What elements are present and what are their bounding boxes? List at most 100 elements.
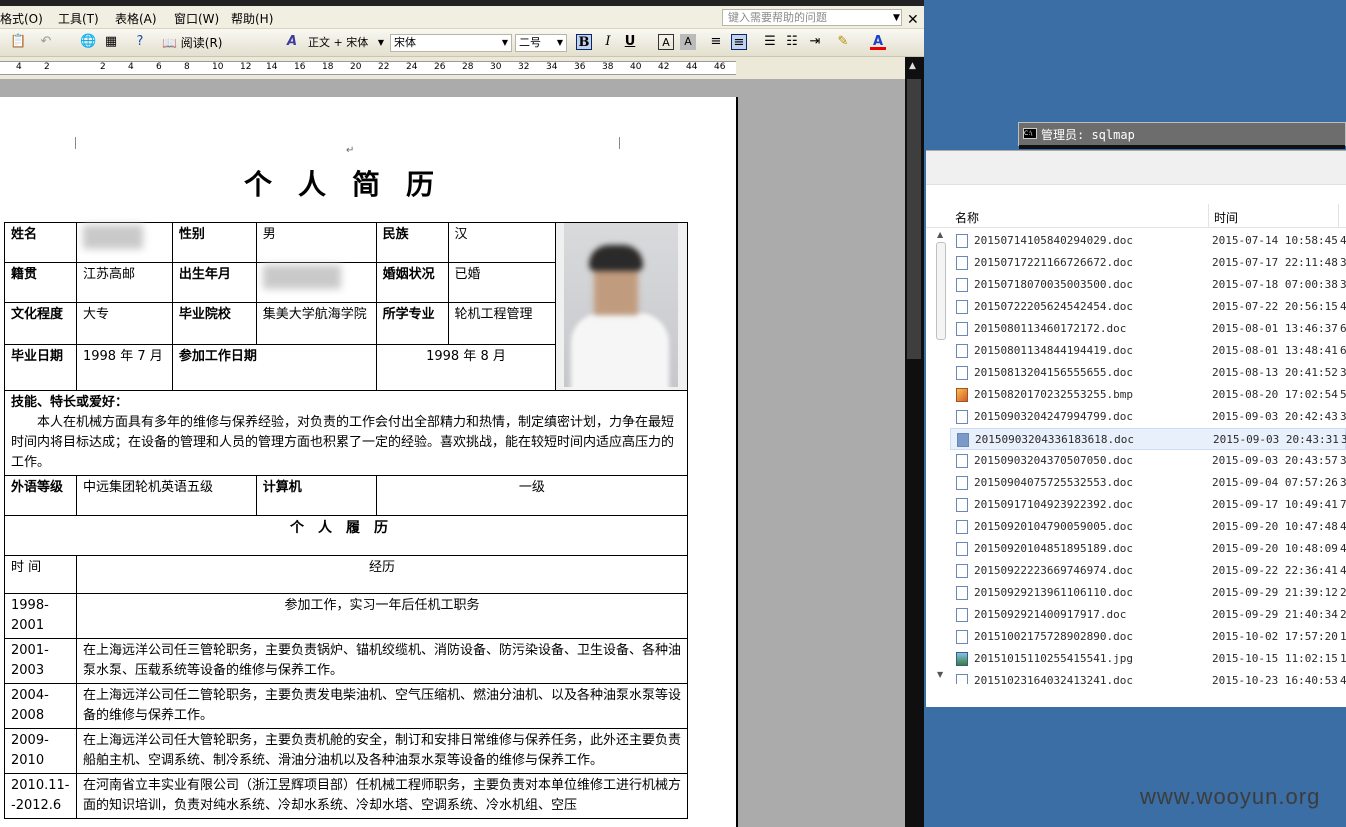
scrollbar-thumb[interactable] (907, 79, 921, 359)
file-explorer: 名称 时间 ▲ ▼ 20150714105840294029.doc 2015-0… (926, 150, 1346, 707)
ruler-tick: 36 (574, 62, 586, 72)
file-row[interactable]: 20150903204336183618.doc 2015-09-03 20:43… (950, 428, 1346, 450)
scroll-down-icon[interactable]: ▼ (937, 670, 943, 679)
file-row[interactable]: 20150922223669746974.doc 2015-09-22 22:36… (950, 560, 1346, 582)
history-desc: 在河南省立丰实业有限公司（浙江昱辉项目部）任机械工程师职务，主要负责对本单位维修… (75, 773, 689, 819)
file-name: 20150920104790059005.doc (974, 520, 1133, 533)
label-work-start: 参加工作日期 (171, 344, 377, 391)
file-time: 2015-09-29 21:40:34 (1212, 608, 1338, 621)
redacted-birth (262, 265, 341, 289)
numbered-list-icon[interactable]: ☰ (762, 34, 778, 50)
doc-file-icon (957, 433, 969, 447)
formatting-toolbar: 📋 ↶ 🌐 ▦ ? 📖 阅读(R) A 正文 + 宋体 ▼ 宋体 ▼ 二号 ▼ … (0, 29, 924, 57)
file-row[interactable]: 20150903204370507050.doc 2015-09-03 20:43… (950, 450, 1346, 472)
file-row[interactable]: 20150917104923922392.doc 2015-09-17 10:49… (950, 494, 1346, 516)
label-name: 姓名 (4, 222, 77, 263)
ruler-tick: 10 (212, 62, 224, 72)
cmd-window[interactable]: C:\ 管理员: sqlmap (1018, 122, 1346, 149)
file-row[interactable]: 2015080113460172172.doc 2015-08-01 13:46:… (950, 318, 1346, 340)
char-shading-icon[interactable]: A (680, 34, 696, 50)
file-row[interactable]: 2015092921400917917.doc 2015-09-29 21:40:… (950, 604, 1346, 626)
file-time: 2015-09-03 20:43:57 (1212, 454, 1338, 467)
reading-mode-button[interactable]: 📖 阅读(R) (162, 35, 222, 51)
help-dropdown-icon[interactable]: ▼ (893, 13, 900, 23)
file-time: 2015-09-03 20:42:43 (1212, 410, 1338, 423)
label-birth: 出生年月 (171, 262, 257, 303)
document-page[interactable]: ↵ 个人简历 姓名 性别 男 民族 汉 籍贯 江苏高邮 出生年月 婚姻状况 已婚… (0, 97, 738, 827)
file-row[interactable]: 20151002175728902890.doc 2015-10-02 17:57… (950, 626, 1346, 648)
menu-format[interactable]: 格式(O) (0, 10, 43, 27)
horizontal-ruler: 4 2 2 4 6 8 10 12 14 16 18 20 22 24 26 28 30 32 34 36 38 40 42… (0, 57, 905, 79)
help-search-input[interactable]: 键入需要帮助的问题 (722, 9, 902, 26)
bullet-list-icon[interactable]: ☷ (784, 34, 800, 50)
file-row[interactable]: 20151023164032413241.doc 2015-10-23 16:40… (950, 670, 1346, 684)
file-name: 20150903204370507050.doc (974, 454, 1133, 467)
char-border-icon[interactable]: A (658, 34, 674, 50)
photo-cell (555, 222, 688, 391)
close-document-icon[interactable]: ✕ (907, 12, 919, 28)
help-icon[interactable]: ? (132, 34, 148, 50)
file-row[interactable]: 20150801134844194419.doc 2015-08-01 13:48… (950, 340, 1346, 362)
file-row[interactable]: 20150920104790059005.doc 2015-09-20 10:47… (950, 516, 1346, 538)
file-name: 2015080113460172172.doc (974, 322, 1127, 335)
file-time: 2015-09-04 07:57:26 (1212, 476, 1338, 489)
menu-table[interactable]: 表格(A) (115, 10, 157, 27)
doc-file-icon (956, 344, 968, 358)
value-gender: 男 (255, 222, 377, 263)
file-time: 2015-07-22 20:56:15 (1212, 300, 1338, 313)
menu-tools[interactable]: 工具(T) (58, 10, 99, 27)
align-justify-icon[interactable]: ≡ (708, 34, 724, 50)
paste-icon[interactable]: 📋 (10, 34, 26, 50)
file-row[interactable]: 20150813204156555655.doc 2015-08-13 20:41… (950, 362, 1346, 384)
font-size-select[interactable]: 二号 ▼ (515, 34, 567, 52)
menu-bar: 格式(O) 工具(T) 表格(A) 窗口(W) 帮助(H) 键入需要帮助的问题 … (0, 6, 924, 29)
style-select[interactable]: 正文 + 宋体 ▼ (304, 34, 388, 52)
ruler-tick: 16 (294, 62, 306, 72)
file-size-partial: 7 (1340, 498, 1346, 511)
paragraph-mark: ↵ (346, 145, 355, 156)
explorer-toolbar (926, 151, 1346, 185)
history-row: 1998-2001 参加工作，实习一年后任机工职务 (4, 593, 689, 639)
align-distribute-icon[interactable]: ≡ (731, 34, 747, 50)
file-row[interactable]: 20150929213961106110.doc 2015-09-29 21:39… (950, 582, 1346, 604)
file-row[interactable]: 20150903204247994799.doc 2015-09-03 20:42… (950, 406, 1346, 428)
hyperlink-icon[interactable]: 🌐 (80, 34, 96, 50)
column-time[interactable]: 时间 (1214, 209, 1238, 226)
indent-icon[interactable]: ⇥ (807, 34, 823, 50)
file-row[interactable]: 20150904075725532553.doc 2015-09-04 07:57… (950, 472, 1346, 494)
table-icon[interactable]: ▦ (103, 34, 119, 50)
ruler-tick: 44 (686, 62, 698, 72)
scroll-up-icon[interactable]: ▲ (909, 61, 916, 71)
file-row[interactable]: 20150722205624542454.doc 2015-07-22 20:56… (950, 296, 1346, 318)
menu-help[interactable]: 帮助(H) (231, 10, 273, 27)
font-color-icon[interactable]: A (870, 34, 886, 50)
file-name: 20150903204336183618.doc (975, 433, 1134, 446)
styles-icon[interactable]: A (284, 34, 300, 50)
highlight-icon[interactable]: ✎ (835, 34, 851, 50)
file-row[interactable]: 20151015110255415541.jpg 2015-10-15 11:02… (950, 648, 1346, 670)
file-row[interactable]: 20150820170232553255.bmp 2015-08-20 17:02… (950, 384, 1346, 406)
scroll-up-icon[interactable]: ▲ (937, 230, 943, 239)
label-grad-date: 毕业日期 (4, 344, 77, 391)
label-computer: 计算机 (255, 475, 377, 516)
value-birth (255, 262, 377, 303)
file-size-partial: 3 (1340, 256, 1346, 269)
undo-icon[interactable]: ↶ (38, 34, 54, 50)
vertical-scrollbar[interactable]: ▲ (905, 57, 924, 827)
font-select[interactable]: 宋体 ▼ (390, 34, 512, 52)
bold-button[interactable]: B (576, 34, 592, 50)
file-row[interactable]: 20150718070035003500.doc 2015-07-18 07:00… (950, 274, 1346, 296)
explorer-scrollbar[interactable]: ▲ ▼ (934, 230, 948, 684)
file-list: 20150714105840294029.doc 2015-07-14 10:58… (950, 230, 1346, 684)
doc-file-icon (956, 300, 968, 314)
history-row: 2010.11--2012.6 在河南省立丰实业有限公司（浙江昱辉项目部）任机械… (4, 773, 689, 819)
scrollbar-thumb[interactable] (936, 242, 946, 340)
ruler-tick: 42 (658, 62, 670, 72)
file-row[interactable]: 20150714105840294029.doc 2015-07-14 10:58… (950, 230, 1346, 252)
file-row[interactable]: 20150920104851895189.doc 2015-09-20 10:48… (950, 538, 1346, 560)
italic-button[interactable]: I (600, 34, 616, 50)
file-row[interactable]: 20150717221166726672.doc 2015-07-17 22:11… (950, 252, 1346, 274)
underline-button[interactable]: U (622, 34, 638, 50)
column-name[interactable]: 名称 (955, 209, 979, 226)
menu-window[interactable]: 窗口(W) (174, 10, 219, 27)
